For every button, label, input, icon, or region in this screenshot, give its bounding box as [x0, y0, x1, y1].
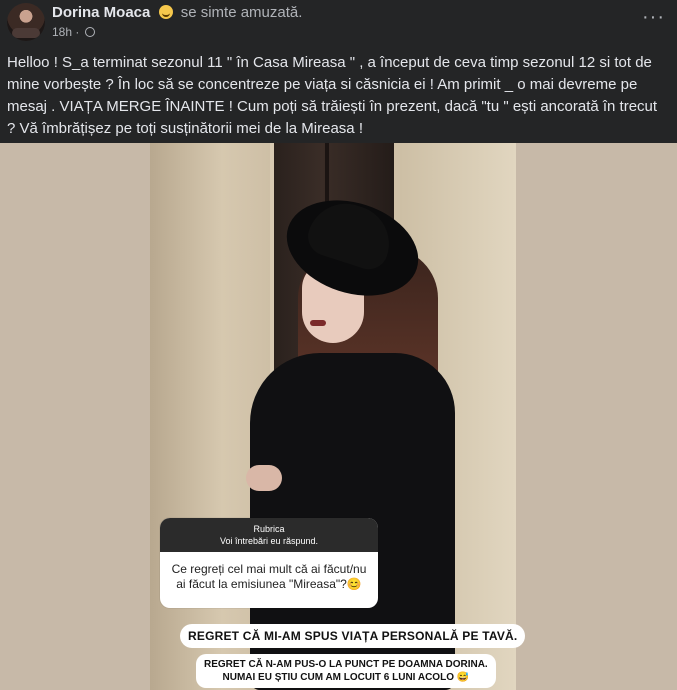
question-text: Ce regreți cel mai mult că ai făcut/nu a… — [171, 562, 367, 591]
question-box-subtitle: Voi întrebări eu răspund. — [219, 536, 319, 546]
globe-icon[interactable] — [84, 27, 95, 37]
smile-emoji-icon — [158, 5, 173, 19]
post-meta: 18h · — [52, 25, 95, 39]
woman-hand — [246, 465, 282, 491]
question-box-header: Rubrica Voi întrebări eu răspund. — [160, 518, 378, 552]
question-box-title: Rubrica — [253, 524, 285, 534]
post-text: Helloo ! S_a terminat sezonul 11 " în Ca… — [7, 54, 658, 137]
author-line: Dorina Moaca se simte amuzată. — [52, 4, 302, 21]
woman-lips — [310, 320, 326, 326]
answer-1: REGRET CĂ MI-AM SPUS VIAȚA PERSONALĂ PE … — [180, 624, 526, 648]
post-time[interactable]: 18h · — [52, 25, 79, 39]
answer-2: REGRET CĂ N-AM PUS-O LA PUNCT PE DOAMNA … — [196, 654, 496, 688]
author-name[interactable]: Dorina Moaca — [52, 4, 150, 21]
post-header: Dorina Moaca se simte amuzată. 18h · ··· — [0, 0, 677, 44]
answer-2-line-2: NUMAI EU ȘTIU CUM AM LOCUIT 6 LUNI ACOLO… — [222, 672, 470, 683]
question-box: Rubrica Voi întrebări eu răspund. Ce reg… — [160, 518, 378, 608]
more-icon[interactable]: ··· — [642, 6, 665, 29]
avatar[interactable] — [7, 3, 45, 41]
feeling-text: se simte amuzată. — [180, 4, 303, 21]
post-image[interactable]: Rubrica Voi întrebări eu răspund. Ce reg… — [0, 143, 677, 690]
answer-2-line-1: REGRET CĂ N-AM PUS-O LA PUNCT PE DOAMNA … — [204, 659, 488, 670]
